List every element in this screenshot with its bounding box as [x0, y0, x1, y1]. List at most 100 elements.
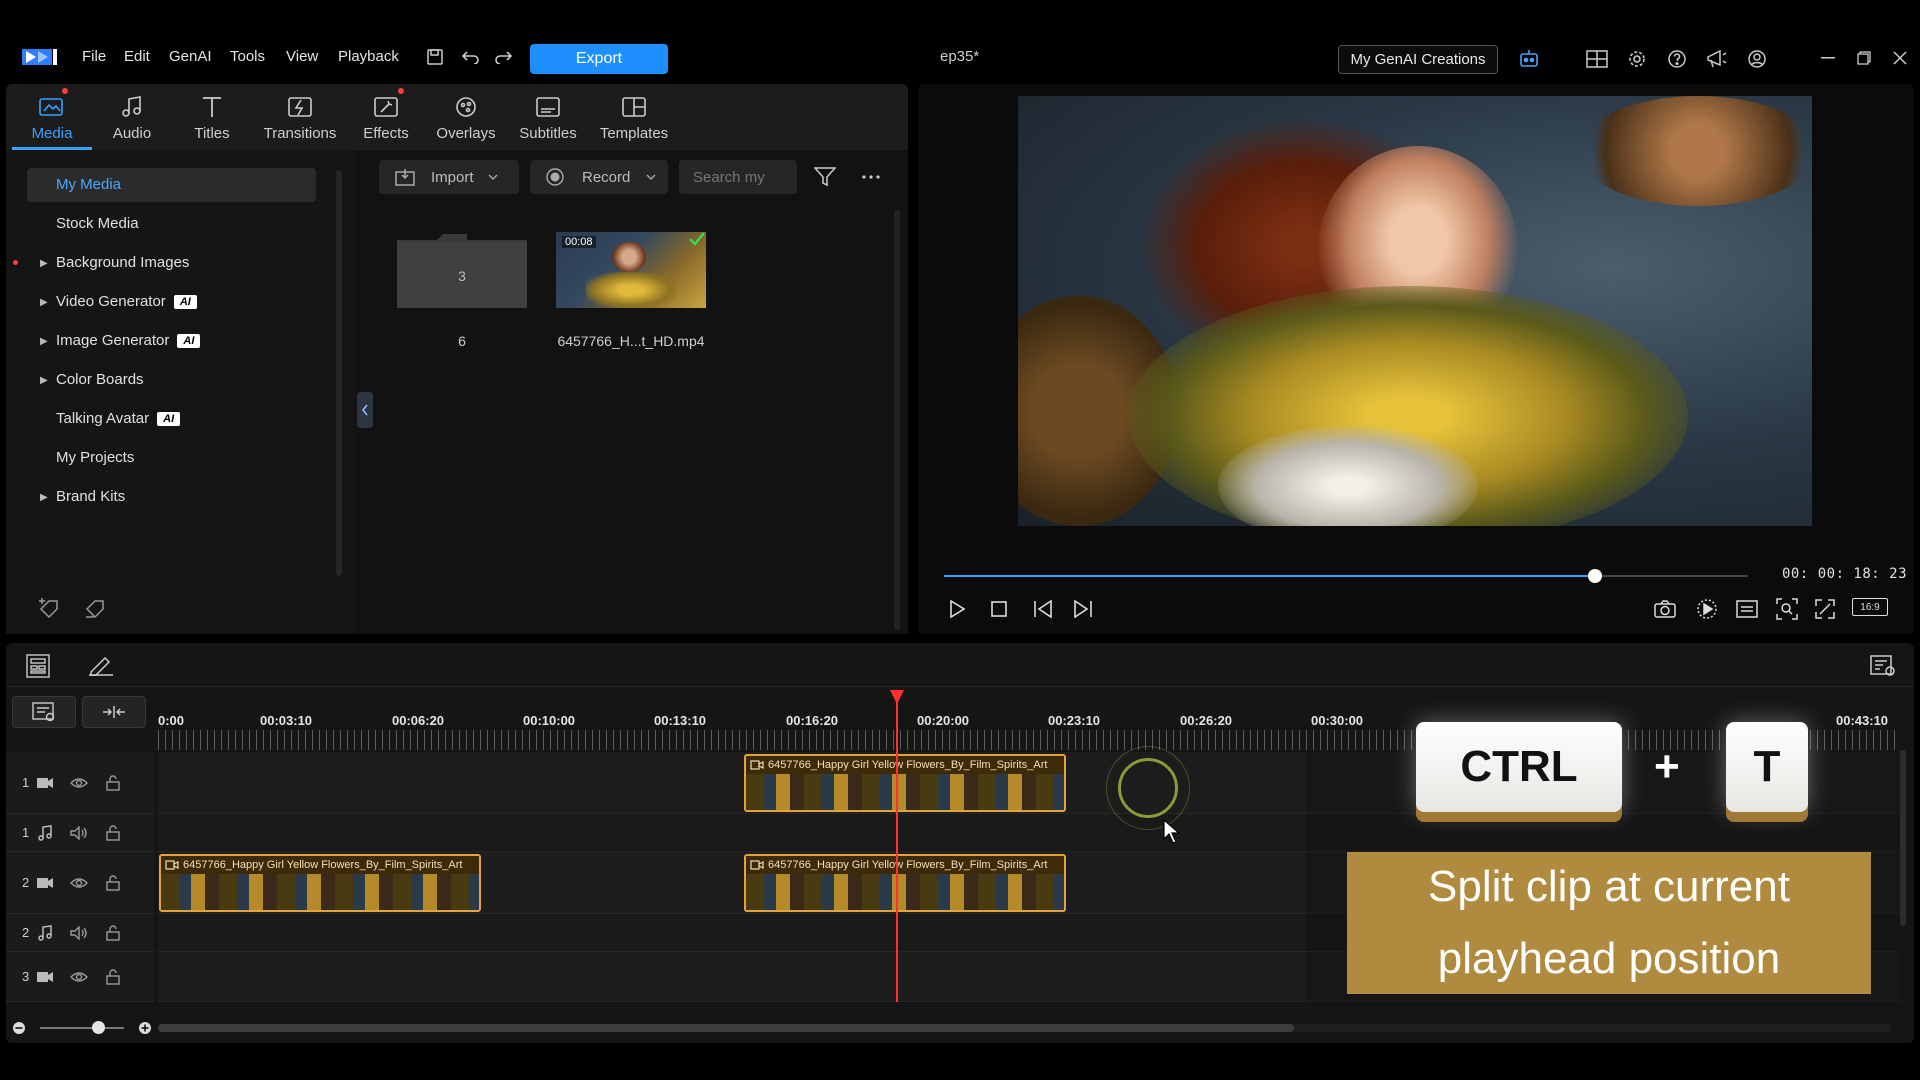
export-button[interactable]: Export: [530, 44, 668, 74]
edit-tag-icon[interactable]: [82, 594, 110, 622]
account-icon[interactable]: [1744, 46, 1770, 72]
fullscreen-icon[interactable]: [1812, 596, 1838, 622]
preview-timecode: 00: 00: 18: 23: [1782, 566, 1908, 582]
eye-visibility-icon[interactable]: [68, 967, 90, 987]
play-icon[interactable]: [944, 596, 970, 622]
lock-icon[interactable]: [102, 923, 124, 943]
clip-label: 6457766_Happy Girl Yellow Flowers_By_Fil…: [746, 856, 1064, 874]
stop-icon[interactable]: [986, 596, 1012, 622]
tree-item-color-boards[interactable]: Color Boards: [56, 371, 144, 388]
subtitles-icon: [536, 97, 560, 117]
close-icon[interactable]: [1888, 46, 1912, 70]
zoom-out-icon[interactable]: [10, 1019, 28, 1037]
ruler-label: 00:20:00: [917, 713, 970, 728]
tree-item-talking-avatar[interactable]: Talking Avatar AI: [56, 410, 181, 427]
lock-icon[interactable]: [102, 823, 124, 843]
zoom-in-icon[interactable]: [136, 1019, 154, 1037]
tab-transitions[interactable]: Transitions: [252, 84, 348, 150]
undo-icon[interactable]: [460, 46, 482, 68]
add-tag-icon[interactable]: [36, 594, 64, 622]
minimize-icon[interactable]: [1816, 46, 1840, 70]
lock-icon[interactable]: [102, 773, 124, 793]
menu-tools[interactable]: Tools: [230, 48, 265, 65]
playhead-handle[interactable]: [890, 690, 904, 704]
tab-media[interactable]: Media: [12, 84, 92, 150]
media-video-thumbnail[interactable]: 00:08: [556, 232, 706, 308]
previous-frame-icon[interactable]: [1030, 596, 1056, 622]
clip-name: 6457766_Happy Girl Yellow Flowers_By_Fil…: [183, 859, 463, 871]
lock-icon[interactable]: [102, 873, 124, 893]
layout-icon[interactable]: [1584, 46, 1610, 72]
timeline-vertical-scrollbar[interactable]: [1900, 750, 1906, 926]
expand-arrow-icon[interactable]: ▶: [40, 336, 48, 347]
eye-visibility-icon[interactable]: [68, 773, 90, 793]
zoom-slider-handle[interactable]: [92, 1021, 105, 1034]
restore-icon[interactable]: [1852, 46, 1876, 70]
tab-label: Overlays: [436, 125, 496, 142]
help-icon[interactable]: [1664, 46, 1690, 72]
next-frame-icon[interactable]: [1070, 596, 1096, 622]
tab-audio[interactable]: Audio: [92, 84, 172, 150]
expand-arrow-icon[interactable]: ▶: [40, 492, 48, 503]
timeline-mode-icon[interactable]: [24, 652, 52, 680]
volume-icon[interactable]: [68, 923, 90, 943]
menu-view[interactable]: View: [286, 48, 318, 65]
collapse-panel-button[interactable]: [357, 392, 373, 428]
menu-file[interactable]: File: [82, 48, 106, 65]
announcement-icon[interactable]: [1704, 46, 1730, 72]
ai-badge: AI: [177, 333, 201, 348]
playhead[interactable]: [896, 690, 898, 1002]
menu-playback[interactable]: Playback: [338, 48, 399, 65]
volume-icon[interactable]: [68, 823, 90, 843]
expand-arrow-icon[interactable]: ▶: [40, 258, 48, 269]
my-genai-creations-button[interactable]: My GenAI Creations: [1338, 45, 1498, 74]
media-folder[interactable]: 3: [397, 232, 527, 308]
ruler-label: 00:03:10: [260, 713, 313, 728]
subtitle-toggle-icon[interactable]: [1734, 596, 1760, 622]
preview-progress-track[interactable]: [944, 569, 1748, 583]
snapshot-camera-icon[interactable]: [1652, 596, 1678, 622]
tree-item-video-generator[interactable]: Video Generator AI: [56, 293, 197, 310]
eye-visibility-icon[interactable]: [68, 873, 90, 893]
timeline-clip[interactable]: 6457766_Happy Girl Yellow Flowers_By_Fil…: [744, 754, 1066, 812]
tab-overlays[interactable]: Overlays: [424, 84, 508, 150]
tab-subtitles[interactable]: Subtitles: [508, 84, 588, 150]
tab-templates[interactable]: Templates: [588, 84, 680, 150]
tree-scrollbar[interactable]: [336, 170, 342, 576]
timeline-ruler[interactable]: [158, 730, 1900, 750]
tab-titles[interactable]: Titles: [172, 84, 252, 150]
record-button[interactable]: Record: [530, 160, 668, 194]
expand-arrow-icon[interactable]: ▶: [40, 375, 48, 386]
playback-speed-icon[interactable]: [1694, 596, 1720, 622]
track-manager-button[interactable]: [12, 696, 76, 728]
tree-item-image-generator[interactable]: Image Generator AI: [56, 332, 201, 349]
aspect-ratio-button[interactable]: 16:9: [1852, 598, 1888, 616]
zoom-preview-icon[interactable]: [1774, 596, 1800, 622]
timeline-settings-icon[interactable]: [1868, 652, 1898, 680]
more-options-icon[interactable]: [858, 164, 884, 190]
timeline-horizontal-scrollbar-thumb[interactable]: [158, 1024, 1294, 1032]
timeline-clip[interactable]: 6457766_Happy Girl Yellow Flowers_By_Fil…: [744, 854, 1066, 912]
timeline-clip[interactable]: 6457766_Happy Girl Yellow Flowers_By_Fil…: [159, 854, 481, 912]
media-scrollbar[interactable]: [894, 210, 900, 630]
settings-gear-icon[interactable]: [1624, 46, 1650, 72]
import-button[interactable]: Import: [379, 160, 519, 194]
filter-icon[interactable]: [812, 164, 838, 190]
menu-edit[interactable]: Edit: [124, 48, 150, 65]
save-icon[interactable]: [424, 46, 446, 68]
fit-timeline-button[interactable]: [82, 696, 146, 728]
tree-item-my-projects[interactable]: My Projects: [56, 449, 134, 466]
expand-arrow-icon[interactable]: ▶: [40, 297, 48, 308]
tab-effects[interactable]: Effects: [348, 84, 424, 150]
redo-icon[interactable]: [492, 46, 514, 68]
tree-item-stock-media[interactable]: Stock Media: [56, 215, 139, 232]
zoom-slider-track[interactable]: [40, 1027, 124, 1029]
media-search-input[interactable]: [679, 160, 797, 194]
ai-assistant-icon[interactable]: [1516, 46, 1542, 72]
tree-item-my-media[interactable]: My Media: [56, 176, 121, 193]
lock-icon[interactable]: [102, 967, 124, 987]
tree-item-brand-kits[interactable]: Brand Kits: [56, 488, 125, 505]
edit-pen-icon[interactable]: [86, 652, 116, 680]
menu-genai[interactable]: GenAI: [169, 48, 212, 65]
tree-item-background-images[interactable]: Background Images: [56, 254, 189, 271]
